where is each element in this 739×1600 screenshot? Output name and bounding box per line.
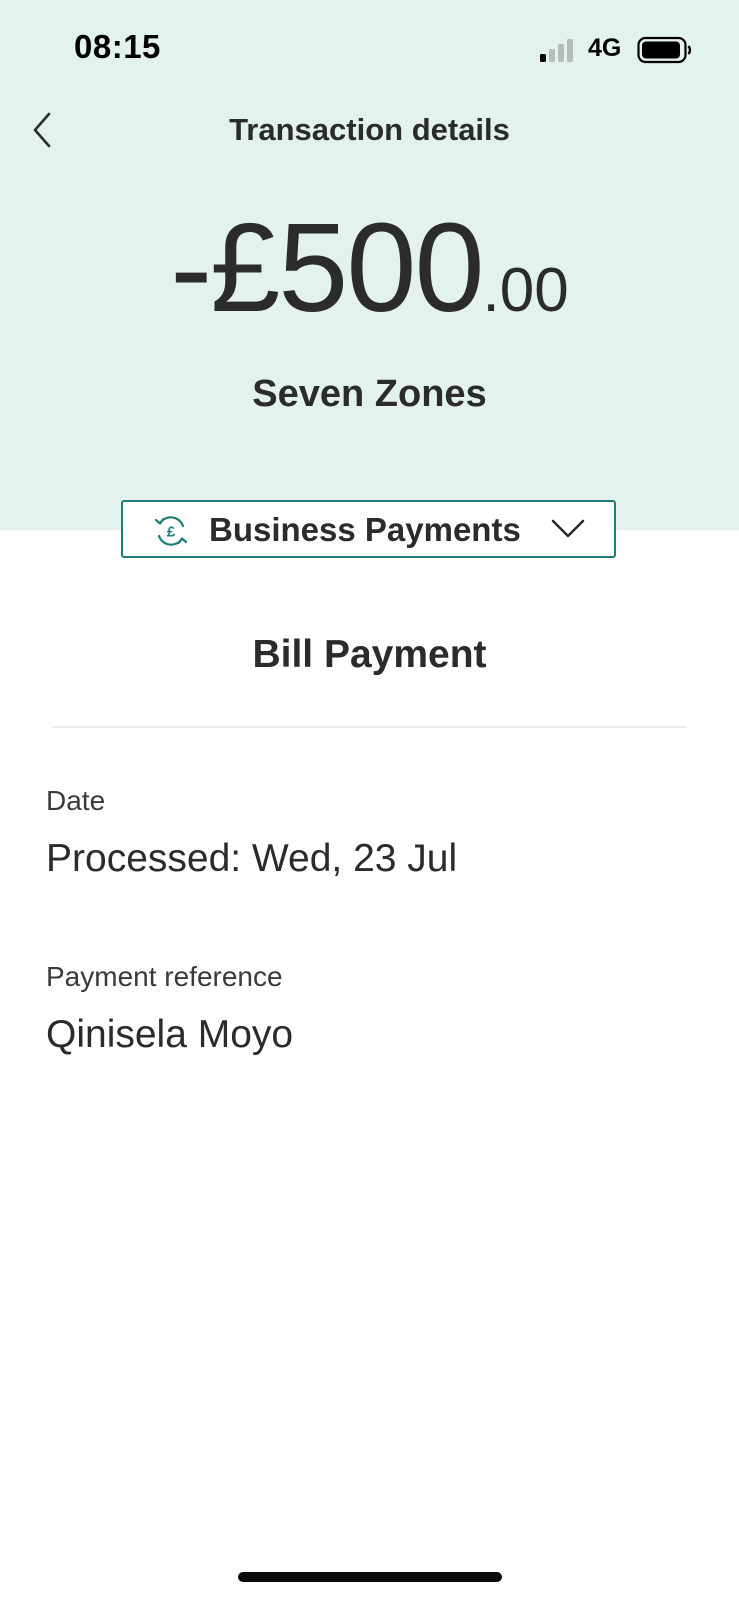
transaction-type: Bill Payment: [252, 633, 487, 676]
network-type: 4G: [588, 34, 622, 62]
category-dropdown[interactable]: £ Business Payments: [121, 500, 616, 558]
chevron-down-icon: [551, 519, 585, 538]
status-bar-right: 4G: [0, 32, 739, 72]
merchant-name: Seven Zones: [252, 373, 487, 415]
amount-main: -£500: [170, 197, 484, 338]
payment-reference-value: Qinisela Moyo: [46, 1013, 294, 1056]
divider: [52, 726, 686, 728]
battery-icon: [637, 36, 692, 64]
svg-text:£: £: [167, 524, 176, 541]
home-indicator: [238, 1572, 502, 1582]
date-label: Date: [46, 785, 106, 816]
date-value: Processed: Wed, 23 Jul: [46, 837, 458, 880]
payment-reference-label: Payment reference: [46, 961, 283, 992]
transaction-amount: -£500.00: [0, 195, 739, 340]
amount-decimal: .00: [482, 256, 569, 325]
page-title: Transaction details: [229, 112, 510, 147]
signal-icon: [540, 38, 574, 62]
pound-refresh-icon: £: [154, 516, 188, 546]
category-label: Business Payments: [209, 511, 521, 548]
